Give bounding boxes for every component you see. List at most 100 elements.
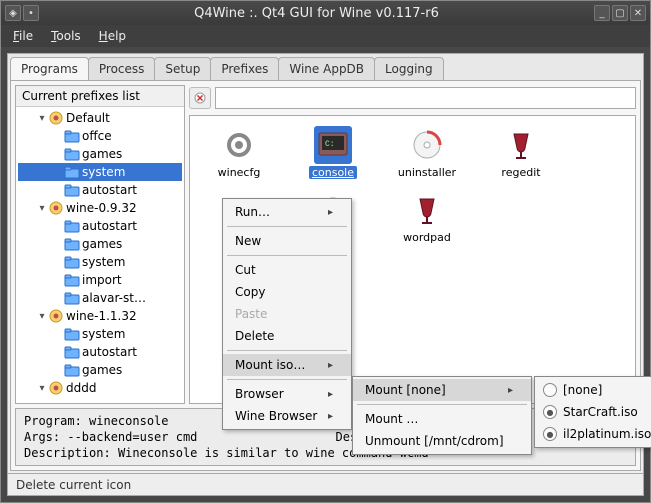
menu-file[interactable]: File: [5, 27, 41, 45]
app-icon-wordpad[interactable]: wordpad: [388, 191, 466, 244]
app-icon-regedit[interactable]: regedit: [482, 126, 560, 179]
tree-label: dddd: [66, 381, 96, 395]
tab-process[interactable]: Process: [88, 57, 156, 80]
tree-label: games: [82, 237, 122, 251]
tree-label: offce: [82, 129, 112, 143]
tree-folder-games[interactable]: games: [18, 361, 182, 379]
tree-label: wine-1.1.32: [66, 309, 137, 323]
tree-folder-games[interactable]: games: [18, 145, 182, 163]
sticky-button[interactable]: •: [23, 5, 39, 21]
ctx-delete[interactable]: Delete: [223, 325, 351, 347]
tab-prefixes[interactable]: Prefixes: [210, 57, 279, 80]
tab-setup[interactable]: Setup: [154, 57, 211, 80]
tree-folder-autostart[interactable]: autostart: [18, 343, 182, 361]
tree-label: games: [82, 147, 122, 161]
wine-icon: [408, 191, 446, 229]
tree-label: system: [82, 255, 125, 269]
app-icon-uninstaller[interactable]: uninstaller: [388, 126, 466, 179]
folder-icon: [64, 218, 80, 234]
ctx-mount-iso[interactable]: Mount iso…▸: [223, 354, 351, 376]
titlebar: ◈ • Q4Wine :. Qt4 GUI for Wine v0.117-r6…: [1, 1, 650, 25]
close-button[interactable]: ✕: [630, 5, 646, 21]
app-icon-label: console: [309, 166, 357, 179]
folder-icon: [64, 344, 80, 360]
tree-folder-system[interactable]: system: [18, 253, 182, 271]
tree-prefix-default[interactable]: ▾ Default: [18, 109, 182, 127]
tree-label: autostart: [82, 219, 137, 233]
menubar: File Tools Help: [1, 25, 650, 47]
minimize-button[interactable]: _: [594, 5, 610, 21]
clear-search-button[interactable]: [189, 87, 211, 109]
tree-label: autostart: [82, 183, 137, 197]
tree-folder-alavar-st…[interactable]: alavar-st…: [18, 289, 182, 307]
tree-folder-games[interactable]: games: [18, 235, 182, 253]
ctx-unmount[interactable]: Unmount [/mnt/cdrom]: [353, 430, 531, 452]
clear-icon: [194, 92, 206, 104]
tree-label: Default: [66, 111, 110, 125]
console-icon: C:: [314, 126, 352, 164]
tree-folder-import[interactable]: import: [18, 271, 182, 289]
wine-icon: [502, 126, 540, 164]
folder-icon: [64, 146, 80, 162]
menu-help[interactable]: Help: [91, 27, 134, 45]
ctx-new[interactable]: New: [223, 230, 351, 252]
tree-header: Current prefixes list: [16, 86, 184, 107]
tree-folder-autostart[interactable]: autostart: [18, 217, 182, 235]
iso-starcraft[interactable]: ●StarCraft.iso: [535, 401, 651, 423]
search-input[interactable]: [215, 87, 636, 109]
app-icon-label: uninstaller: [396, 166, 458, 179]
ctx-mount-browse[interactable]: Mount …: [353, 408, 531, 430]
ctx-wine-browser[interactable]: Wine Browser▸: [223, 405, 351, 427]
folder-icon: [64, 362, 80, 378]
app-icon-label: regedit: [499, 166, 542, 179]
twisty-icon[interactable]: ▾: [36, 311, 48, 322]
client-area: Programs Process Setup Prefixes Wine App…: [7, 53, 644, 496]
tree-prefix-dddd[interactable]: ▾ dddd: [18, 379, 182, 397]
folder-icon: [64, 164, 80, 180]
folder-icon: [64, 272, 80, 288]
tab-logging[interactable]: Logging: [374, 57, 444, 80]
tab-appdb[interactable]: Wine AppDB: [278, 57, 375, 80]
tree-label: system: [82, 327, 125, 341]
tree-prefix-wine-1.1.32[interactable]: ▾ wine-1.1.32: [18, 307, 182, 325]
tree-label: autostart: [82, 345, 137, 359]
twisty-icon[interactable]: ▾: [36, 203, 48, 214]
folder-icon: [64, 182, 80, 198]
app-window: ◈ • Q4Wine :. Qt4 GUI for Wine v0.117-r6…: [0, 0, 651, 503]
statusbar: Delete current icon: [8, 473, 643, 495]
ctx-mount-none[interactable]: Mount [none]▸: [353, 379, 531, 401]
ctx-copy[interactable]: Copy: [223, 281, 351, 303]
app-icon-label: winecfg: [216, 166, 263, 179]
iso-none[interactable]: [none]: [535, 379, 651, 401]
tree-prefix-wine-0.9.32[interactable]: ▾ wine-0.9.32: [18, 199, 182, 217]
tree-folder-system[interactable]: system: [18, 325, 182, 343]
window-menu-button[interactable]: ◈: [5, 5, 21, 21]
twisty-icon[interactable]: ▾: [36, 113, 48, 124]
maximize-button[interactable]: ▢: [612, 5, 628, 21]
tree-label: games: [82, 363, 122, 377]
ctx-run[interactable]: Run…▸: [223, 201, 351, 223]
app-icon-winecfg[interactable]: winecfg: [200, 126, 278, 179]
ctx-cut[interactable]: Cut: [223, 259, 351, 281]
app-icon-console[interactable]: C: console: [294, 126, 372, 179]
tree-label: system: [82, 165, 125, 179]
prefix-icon: [48, 308, 64, 324]
menu-tools[interactable]: Tools: [43, 27, 89, 45]
prefix-tree[interactable]: Current prefixes list ▾ Default offce games…: [15, 85, 185, 404]
iso-list-submenu: [none] ●StarCraft.iso ●il2platinum.iso: [534, 376, 651, 448]
folder-icon: [64, 290, 80, 306]
tree-folder-autostart[interactable]: autostart: [18, 181, 182, 199]
twisty-icon[interactable]: ▾: [36, 383, 48, 394]
mount-submenu: Mount [none]▸ Mount … Unmount [/mnt/cdro…: [352, 376, 532, 455]
ctx-browser[interactable]: Browser▸: [223, 383, 351, 405]
tree-folder-system[interactable]: system: [18, 163, 182, 181]
tab-programs[interactable]: Programs: [10, 57, 89, 80]
app-icon-label: wordpad: [401, 231, 453, 244]
tree-label: import: [82, 273, 122, 287]
tree-label: alavar-st…: [82, 291, 146, 305]
tree-folder-offce[interactable]: offce: [18, 127, 182, 145]
tabbar: Programs Process Setup Prefixes Wine App…: [8, 54, 643, 80]
iso-il2[interactable]: ●il2platinum.iso: [535, 423, 651, 445]
tree-label: wine-0.9.32: [66, 201, 137, 215]
svg-text:C:: C:: [325, 140, 335, 149]
